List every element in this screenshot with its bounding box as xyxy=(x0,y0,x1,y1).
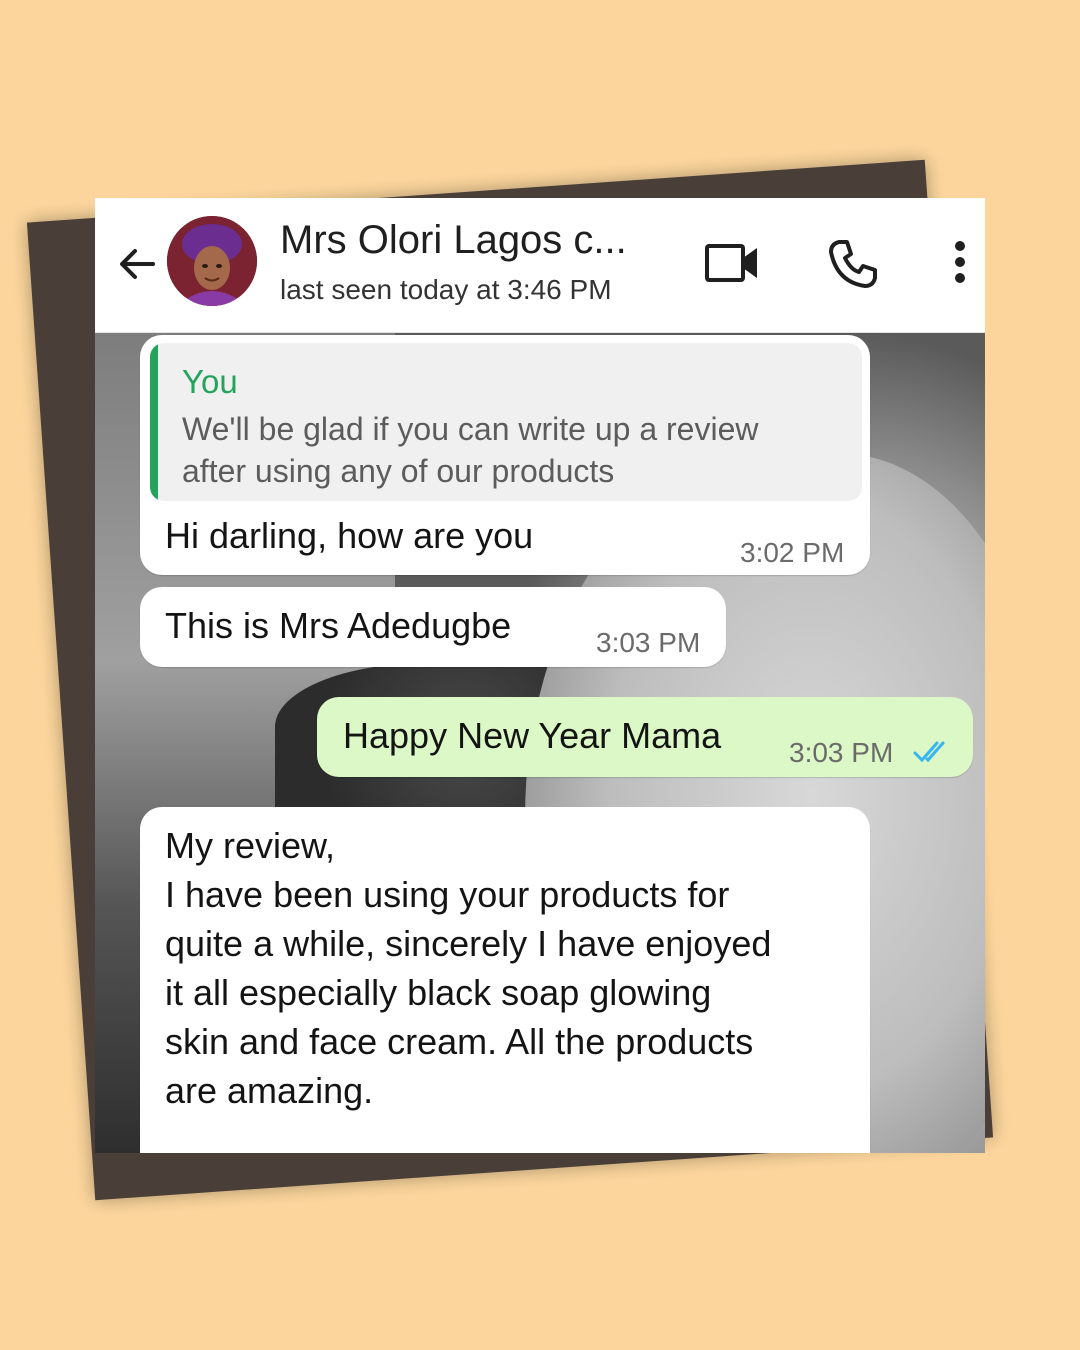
message-text-line: I have been using your products for xyxy=(165,874,730,915)
quoted-reply[interactable]: You We'll be glad if you can write up a … xyxy=(150,343,862,501)
contact-name[interactable]: Mrs Olori Lagos c... xyxy=(280,218,627,263)
message-text: This is Mrs Adedugbe xyxy=(165,605,512,646)
outgoing-message[interactable]: Happy New Year Mama 3:03 PM xyxy=(317,697,973,777)
chat-screen: Mrs Olori Lagos c... last seen today at … xyxy=(95,198,985,1153)
message-text-line: My review, xyxy=(165,825,336,866)
quote-accent-bar xyxy=(150,343,158,501)
more-vert-icon[interactable] xyxy=(945,236,975,292)
quote-author: You xyxy=(182,363,238,400)
message-text: Hi darling, how are you xyxy=(165,515,534,556)
phone-icon[interactable] xyxy=(825,236,881,292)
double-check-icon xyxy=(913,741,945,763)
last-seen-status: last seen today at 3:46 PM xyxy=(280,274,612,305)
message-text: Happy New Year Mama xyxy=(343,715,722,756)
message-time: 3:03 PM xyxy=(789,737,894,768)
chat-area: You We'll be glad if you can write up a … xyxy=(95,333,985,1153)
message-time: 3:02 PM xyxy=(740,537,845,568)
incoming-message[interactable]: You We'll be glad if you can write up a … xyxy=(140,335,870,575)
message-text-line: skin and face cream. All the products xyxy=(165,1021,754,1062)
message-text-line: quite a while, sincerely I have enjoyed xyxy=(165,923,772,964)
avatar[interactable] xyxy=(167,216,257,306)
chat-header: Mrs Olori Lagos c... last seen today at … xyxy=(95,198,985,333)
message-time: 3:03 PM xyxy=(596,627,701,658)
message-text-line: are amazing. xyxy=(165,1070,374,1111)
quote-text-line: after using any of our products xyxy=(182,453,615,489)
video-call-icon[interactable] xyxy=(703,238,763,288)
quote-text-line: We'll be glad if you can write up a revi… xyxy=(182,411,759,447)
message-text-line: it all especially black soap glowing xyxy=(165,972,712,1013)
incoming-message[interactable]: This is Mrs Adedugbe 3:03 PM xyxy=(140,587,726,667)
incoming-message[interactable]: My review, I have been using your produc… xyxy=(140,807,870,1153)
back-arrow-icon[interactable] xyxy=(113,240,161,288)
